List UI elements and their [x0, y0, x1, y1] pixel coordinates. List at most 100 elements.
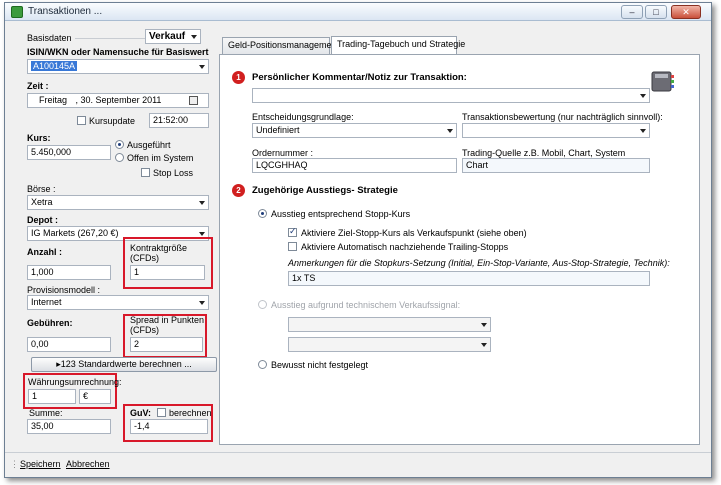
anmerkung-input[interactable]: 1x TS — [288, 271, 650, 286]
chevron-down-icon — [199, 232, 205, 236]
title-bar: Transaktionen ... – □ ✕ — [5, 3, 711, 21]
summe-label: Summe: — [29, 408, 63, 418]
chevron-down-icon — [640, 129, 646, 133]
chevron-down-icon — [199, 201, 205, 205]
quelle-input[interactable]: Chart — [462, 158, 650, 173]
save-button[interactable]: Speichern — [20, 459, 61, 469]
isin-input[interactable]: A100145A — [27, 59, 209, 74]
ausgefuehrt-label: Ausgeführt — [127, 140, 171, 150]
group-divider — [75, 38, 145, 39]
ziel-stopp-checkbox[interactable] — [288, 226, 297, 237]
anzahl-label: Anzahl : — [27, 247, 62, 257]
anzahl-input[interactable]: 1,000 — [27, 265, 111, 280]
provision-label: Provisionsmodell : — [27, 285, 101, 295]
section2-title: Zugehörige Ausstiegs- Strategie — [252, 185, 398, 196]
step-2-badge: 2 — [232, 184, 245, 197]
guv-input[interactable]: -1,4 — [130, 419, 208, 434]
bewusst-label: Bewusst nicht festgelegt — [271, 360, 369, 370]
trailing-stopp-label: Aktiviere Automatisch nachziehende Trail… — [301, 242, 509, 252]
chevron-down-icon — [447, 129, 453, 133]
offen-label: Offen im System — [127, 153, 194, 163]
entscheidung-label: Entscheidungsgrundlage: — [252, 112, 354, 122]
waehrung-symbol[interactable]: € — [79, 389, 111, 404]
ausgefuehrt-radio[interactable] — [115, 140, 124, 149]
chevron-down-icon — [640, 94, 646, 98]
tab-geld-positionsmanagement[interactable]: Geld-Positionsmanagement — [222, 37, 339, 54]
minimize-button[interactable]: – — [621, 5, 643, 19]
gebuehren-input[interactable]: 0,00 — [27, 337, 111, 352]
chevron-down-icon — [481, 323, 487, 327]
zeit-label: Zeit : — [27, 81, 49, 91]
provision-select[interactable]: Internet — [27, 295, 209, 310]
transaction-window: Transaktionen ... – □ ✕ Basisdaten Verka… — [4, 2, 712, 478]
chevron-down-icon — [191, 35, 197, 39]
step-1-badge: 1 — [232, 71, 245, 84]
footer-bar: ⋮ Speichern Abbrechen — [5, 452, 711, 477]
kursupdate-label: Kursupdate — [89, 116, 136, 126]
kontrakt-label-1: Kontraktgröße — [130, 243, 188, 253]
tab-trading-tagebuch[interactable]: Trading-Tagebuch und Strategie — [331, 36, 465, 54]
gebuehren-label: Gebühren: — [27, 318, 73, 328]
waehrung-label: Währungsumrechnung: — [28, 377, 122, 387]
section1-title: Persönlicher Kommentar/Notiz zur Transak… — [252, 72, 467, 83]
waehrung-input[interactable]: 1 — [28, 389, 76, 404]
order-label: Ordernummer : — [252, 148, 314, 158]
date-rest: , 30. September 2011 — [75, 95, 162, 105]
order-input[interactable]: LQCGHHAQ — [252, 158, 457, 173]
spread-label-2: (CFDs) — [130, 325, 159, 335]
trailing-stopp-checkbox[interactable] — [288, 242, 297, 251]
kurs-input[interactable]: 5.450,000 — [27, 145, 111, 160]
chevron-down-icon — [481, 343, 487, 347]
summe-input[interactable]: 35,00 — [27, 419, 111, 434]
kontrakt-input[interactable]: 1 — [130, 265, 205, 280]
standardwerte-button[interactable]: ▸123 Standardwerte berechnen ... — [31, 357, 217, 372]
notebook-icon — [651, 71, 674, 92]
isin-value: A100145A — [31, 61, 78, 71]
direction-select[interactable]: Verkauf — [145, 29, 201, 44]
boerse-select[interactable]: Xetra — [27, 195, 209, 210]
tab-panel: 1 Persönlicher Kommentar/Notiz zur Trans… — [219, 54, 700, 445]
technisch-select-1[interactable] — [288, 317, 491, 332]
cancel-button[interactable]: Abbrechen — [66, 459, 110, 469]
ausstieg-stopp-radio[interactable] — [258, 209, 267, 218]
depot-label: Depot : — [27, 215, 58, 225]
date-day: Freitag — [39, 95, 68, 105]
calendar-icon[interactable] — [189, 96, 198, 105]
stoploss-label: Stop Loss — [153, 168, 194, 178]
anmerkung-label: Anmerkungen für die Stopkurs-Setzung (In… — [288, 258, 670, 268]
kurs-label: Kurs: — [27, 133, 51, 143]
technisch-select-2[interactable] — [288, 337, 491, 352]
app-icon — [11, 6, 23, 18]
guv-label: GuV: — [130, 408, 152, 418]
bewusst-radio[interactable] — [258, 360, 267, 369]
depot-value: IG Markets (267,20 €) — [31, 228, 119, 238]
basisdaten-group-label: Basisdaten — [27, 33, 72, 43]
provision-value: Internet — [31, 297, 62, 307]
quelle-label: Trading-Quelle z.B. Mobil, Chart, System — [462, 148, 626, 158]
window-title: Transaktionen ... — [28, 6, 103, 17]
entscheidung-select[interactable]: Undefiniert — [252, 123, 457, 138]
offen-radio[interactable] — [115, 153, 124, 162]
guv-checkbox[interactable] — [157, 408, 166, 417]
bewertung-select[interactable] — [462, 123, 650, 138]
chevron-down-icon — [199, 301, 205, 305]
stoploss-checkbox[interactable] — [141, 168, 150, 177]
kontrakt-label-2: (CFDs) — [130, 253, 159, 263]
kursupdate-checkbox[interactable] — [77, 116, 86, 125]
bewertung-label: Transaktionsbewertung (nur nachträglich … — [462, 112, 663, 122]
ausstieg-technisch-label: Ausstieg aufgrund technischem Verkaufssi… — [271, 300, 461, 310]
date-picker[interactable]: Freitag , 30. September 2011 — [27, 93, 209, 108]
spread-label-1: Spread in Punkten — [130, 315, 205, 325]
time-input[interactable]: 21:52:00 — [149, 113, 209, 128]
ausstieg-stopp-label: Ausstieg entsprechend Stopp-Kurs — [271, 209, 411, 219]
ausstieg-technisch-radio[interactable] — [258, 300, 267, 309]
entscheidung-value: Undefiniert — [256, 125, 300, 135]
spread-input[interactable]: 2 — [130, 337, 203, 352]
isin-label: ISIN/WKN oder Namensuche für Basiswert — [27, 47, 209, 57]
maximize-button[interactable]: □ — [645, 5, 667, 19]
chevron-down-icon — [199, 65, 205, 69]
guv-check-label: berechnen — [169, 408, 212, 418]
comment-input[interactable] — [252, 88, 650, 103]
close-button[interactable]: ✕ — [671, 5, 701, 19]
direction-value: Verkauf — [149, 31, 186, 42]
